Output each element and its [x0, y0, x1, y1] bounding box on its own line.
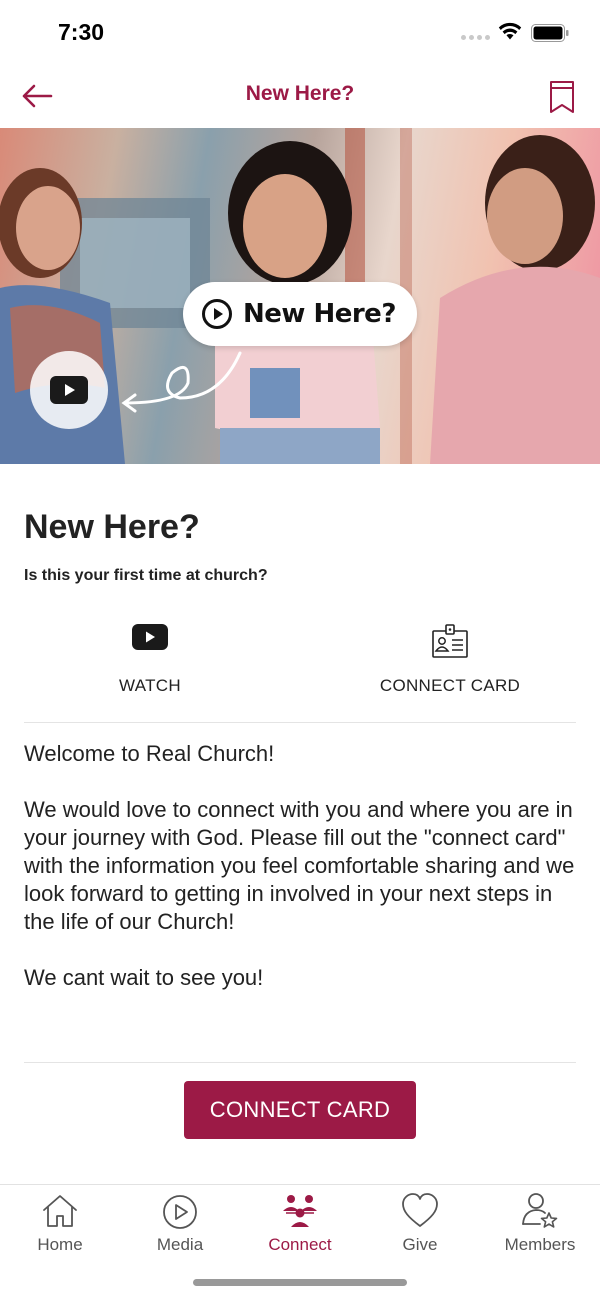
connect-card-action[interactable]: CONNECT CARD: [300, 610, 600, 710]
welcome-paragraph: We would love to connect with you and wh…: [24, 797, 575, 934]
play-circle-icon: [202, 299, 232, 329]
page-heading: New Here?: [24, 508, 200, 546]
divider: [24, 722, 576, 723]
watch-label: WATCH: [119, 676, 181, 695]
status-time: 7:30: [58, 19, 105, 45]
welcome-paragraph: Welcome to Real Church!: [24, 741, 275, 766]
tab-label: Connect: [268, 1235, 332, 1254]
page-subheading: Is this your first time at church?: [24, 567, 268, 584]
welcome-text: Welcome to Real Church! We would love to…: [24, 740, 576, 1020]
id-card-icon: [432, 624, 468, 658]
status-bar: 7:30: [0, 0, 600, 66]
youtube-play-icon: [50, 376, 88, 404]
tab-label: Members: [504, 1235, 576, 1254]
hero-banner[interactable]: New Here?: [0, 128, 600, 464]
home-icon: [43, 1195, 77, 1227]
watch-action[interactable]: WATCH: [0, 610, 300, 710]
tab-give[interactable]: Give: [360, 1185, 480, 1265]
welcome-paragraph: We cant wait to see you!: [24, 965, 264, 990]
home-indicator: [193, 1279, 407, 1286]
people-icon: [283, 1195, 317, 1227]
member-star-icon: [522, 1193, 558, 1228]
tab-media[interactable]: Media: [120, 1185, 240, 1265]
nav-title: New Here?: [245, 82, 355, 105]
tab-members[interactable]: Members: [480, 1185, 600, 1265]
battery-icon: [531, 24, 569, 42]
tab-label: Home: [37, 1235, 83, 1254]
signal-icon: [461, 35, 490, 40]
tab-connect[interactable]: Connect: [240, 1185, 360, 1265]
tab-home[interactable]: Home: [0, 1185, 120, 1265]
hero-play-button[interactable]: [30, 351, 108, 429]
youtube-play-icon: [132, 624, 168, 650]
action-row: WATCH CONNECT CARD: [0, 610, 600, 710]
wifi-icon: [498, 22, 522, 40]
heart-icon: [402, 1193, 438, 1227]
tab-label: Media: [156, 1235, 204, 1254]
tab-label: Give: [402, 1235, 438, 1254]
connect-card-button[interactable]: CONNECT CARD: [184, 1081, 416, 1139]
bookmark-button[interactable]: [546, 78, 578, 116]
nav-bar: New Here?: [0, 66, 600, 128]
hero-pill-text: New Here?: [243, 299, 396, 329]
bookmark-icon: [550, 81, 574, 113]
play-circle-icon: [163, 1195, 197, 1229]
hero-pill[interactable]: New Here?: [183, 282, 417, 346]
divider: [24, 1062, 576, 1063]
connect-card-label: CONNECT CARD: [379, 676, 521, 695]
